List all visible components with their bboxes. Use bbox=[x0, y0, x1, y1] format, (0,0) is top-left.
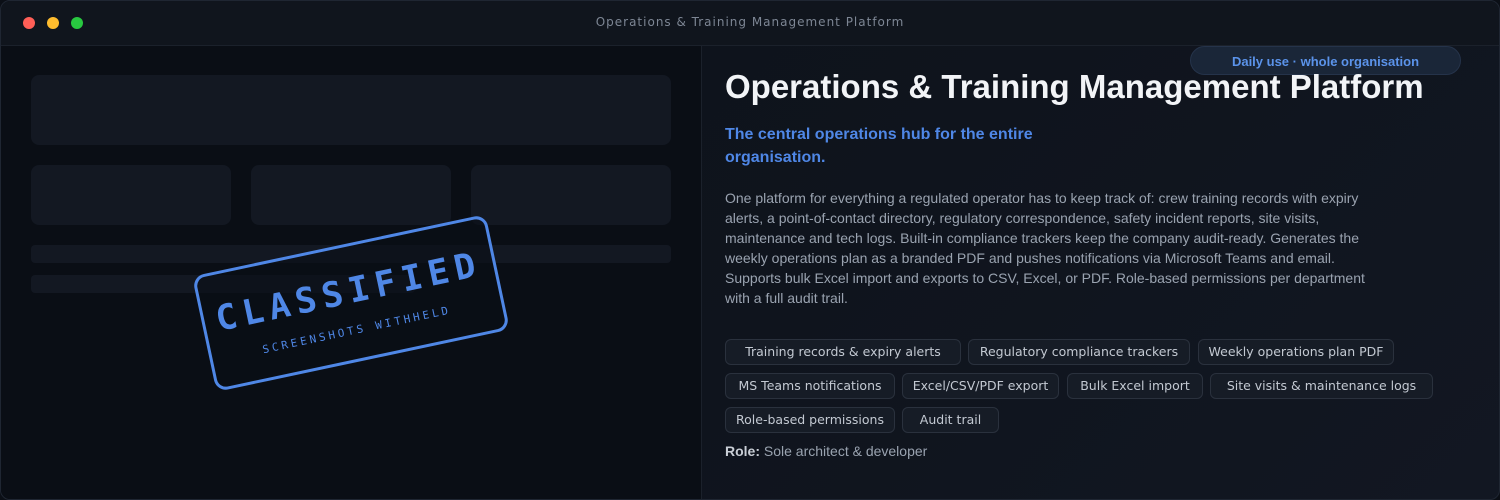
app-window: Operations & Training Management Platfor… bbox=[0, 0, 1500, 500]
skeleton-header-block bbox=[31, 75, 671, 145]
skeleton-card bbox=[31, 165, 231, 225]
screenshot-placeholder-pane: CLASSIFIED SCREENSHOTS WITHHELD bbox=[1, 46, 702, 499]
feature-tag: Excel/CSV/PDF export bbox=[902, 373, 1059, 399]
feature-tag: Regulatory compliance trackers bbox=[968, 339, 1190, 365]
feature-tag: Bulk Excel import bbox=[1067, 373, 1203, 399]
project-subtitle: The central operations hub for the entir… bbox=[725, 126, 1033, 166]
role-value: Sole architect & developer bbox=[763, 443, 928, 459]
feature-tag: Training records & expiry alerts bbox=[725, 339, 961, 365]
skeleton-card bbox=[251, 165, 451, 225]
feature-tag: Weekly operations plan PDF bbox=[1198, 339, 1394, 365]
feature-tag: Role-based permissions bbox=[725, 407, 895, 433]
window-title: Operations & Training Management Platfor… bbox=[595, 15, 905, 29]
role-label: Role: bbox=[725, 443, 760, 459]
feature-tag: Site visits & maintenance logs bbox=[1210, 373, 1433, 399]
role-line: Role: Sole architect & developer bbox=[725, 443, 927, 459]
project-description: One platform for everything a regulated … bbox=[725, 190, 1365, 306]
skeleton-card bbox=[471, 165, 671, 225]
project-title: Operations & Training Management Platfor… bbox=[725, 68, 1424, 105]
feature-tag: Audit trail bbox=[902, 407, 999, 433]
feature-tag: MS Teams notifications bbox=[725, 373, 895, 399]
window-titlebar: Operations & Training Management Platfor… bbox=[1, 1, 1499, 46]
classified-stamp: CLASSIFIED SCREENSHOTS WITHHELD bbox=[192, 214, 510, 392]
